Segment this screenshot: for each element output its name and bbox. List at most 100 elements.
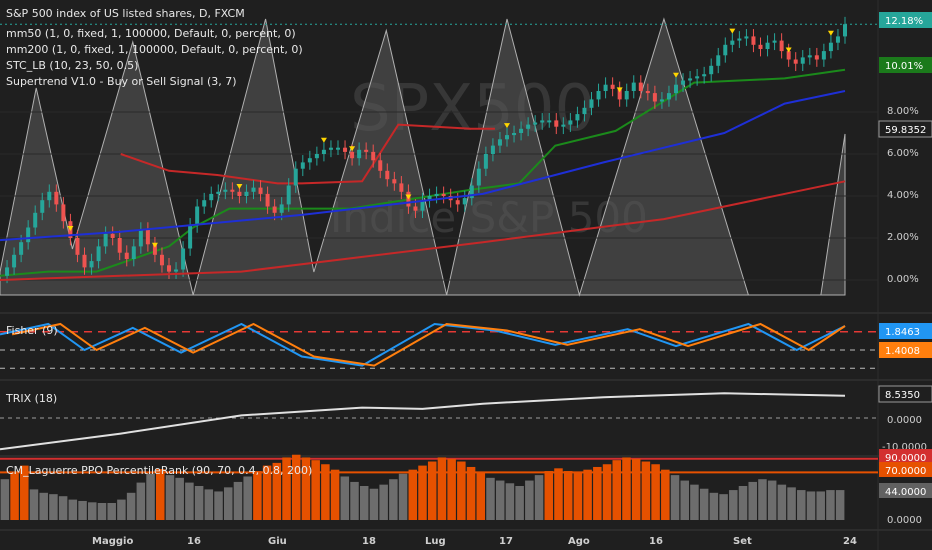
candle-body [582, 107, 587, 115]
candle-body [737, 38, 742, 41]
candle-body [730, 40, 735, 45]
candle-body [202, 200, 207, 207]
laguerre-bar [107, 503, 116, 520]
sell-signal-marker [827, 30, 834, 36]
candle-body [300, 162, 305, 169]
candle-body [103, 233, 108, 247]
laguerre-bar [622, 457, 631, 520]
candle-body [702, 74, 707, 77]
candle-body [821, 51, 826, 60]
laguerre-bar [505, 483, 515, 520]
candle-body [145, 229, 150, 245]
candle-body [652, 93, 657, 102]
laguerre-bar [58, 496, 68, 520]
laguerre-bar [321, 464, 330, 520]
candle-body [512, 133, 517, 136]
laguerre-bar [330, 469, 340, 520]
laguerre-bar [835, 490, 845, 520]
candle-body [603, 84, 608, 91]
candle-body [33, 212, 38, 228]
laguerre-bar [214, 491, 223, 520]
candle-body [47, 191, 52, 201]
laguerre-bar [525, 480, 534, 520]
trix-line [0, 392, 846, 451]
x-tick: 18 [362, 536, 376, 547]
candle-body [631, 82, 636, 91]
legend-stc: STC_LB (10, 23, 50, 0.5) [6, 59, 138, 72]
candle-body [343, 147, 348, 152]
candle-body [237, 191, 242, 196]
sell-signal-marker [729, 28, 736, 34]
laguerre-bar [185, 482, 194, 520]
laguerre-bar [233, 481, 243, 520]
laguerre-bar [350, 481, 359, 520]
candle-body [131, 246, 136, 259]
laguerre-bar [476, 472, 486, 520]
laguerre-bar [126, 492, 136, 520]
laguerre-bar [68, 499, 78, 520]
laguerre-bar [457, 461, 466, 520]
laguerre-bar [709, 492, 719, 520]
candle-body [533, 122, 538, 125]
y-tick: 2.00% [887, 232, 919, 243]
candle-body [174, 269, 179, 272]
candle-body [596, 91, 601, 100]
laguerre-bar [408, 469, 418, 520]
laguerre-bar [699, 488, 709, 520]
laguerre-bar [758, 479, 767, 520]
laguerre-bar [49, 494, 58, 520]
candle-body [490, 145, 495, 154]
candle-body [159, 254, 164, 266]
x-tick: 24 [843, 536, 857, 547]
candle-body [772, 40, 777, 43]
laguerre-badge-lower-text: 70.0000 [885, 466, 926, 477]
sell-signal-marker [785, 47, 792, 53]
laguerre-bar [573, 472, 583, 520]
candle-body [26, 227, 31, 243]
candle-body [666, 93, 671, 100]
candle-body [167, 265, 171, 272]
candle-body [434, 193, 439, 196]
legend-mm50: mm50 (1, 0, fixed, 1, 100000, Default, 0… [6, 27, 296, 40]
laguerre-bar [826, 490, 835, 520]
laguerre-bar [554, 468, 563, 520]
candle-body [223, 189, 228, 192]
laguerre-bar [136, 482, 146, 520]
laguerre-bar [369, 488, 379, 520]
chart-stage: SPX500 Indice S&P 500 S&P 500 index of U… [0, 0, 932, 550]
candle-body [441, 193, 446, 196]
laguerre-bar [661, 469, 670, 520]
laguerre-bar [593, 466, 602, 520]
candle-body [117, 238, 122, 253]
candle-body [392, 179, 397, 184]
candle-body [385, 170, 390, 180]
laguerre-bar [311, 460, 320, 520]
y-tick: 6.00% [887, 148, 919, 159]
laguerre-bar [175, 477, 184, 520]
candle-body [497, 139, 502, 146]
candle-body [181, 248, 186, 270]
candle-body [575, 114, 580, 121]
candle-body [843, 24, 847, 37]
candle-body [758, 44, 763, 49]
laguerre-bar [602, 464, 612, 520]
laguerre-bar [223, 487, 233, 520]
sell-signal-marker [616, 87, 623, 93]
fisher-badge-2-text: 1.4008 [885, 346, 920, 357]
candle-body [244, 191, 249, 196]
candle-body [138, 229, 143, 247]
candle-body [279, 204, 284, 213]
laguerre-bar [787, 487, 796, 520]
laguerre-bar [340, 476, 350, 520]
candle-body [19, 242, 24, 255]
candle-body [82, 254, 87, 268]
laguerre-bar [797, 490, 806, 520]
candle-body [265, 193, 270, 207]
candle-body [793, 59, 798, 64]
candle-body [54, 191, 59, 205]
candle-body [723, 44, 728, 56]
laguerre-bar [29, 489, 39, 520]
candle-body [12, 254, 17, 268]
candle-body [462, 198, 467, 205]
candle-body [124, 252, 129, 259]
